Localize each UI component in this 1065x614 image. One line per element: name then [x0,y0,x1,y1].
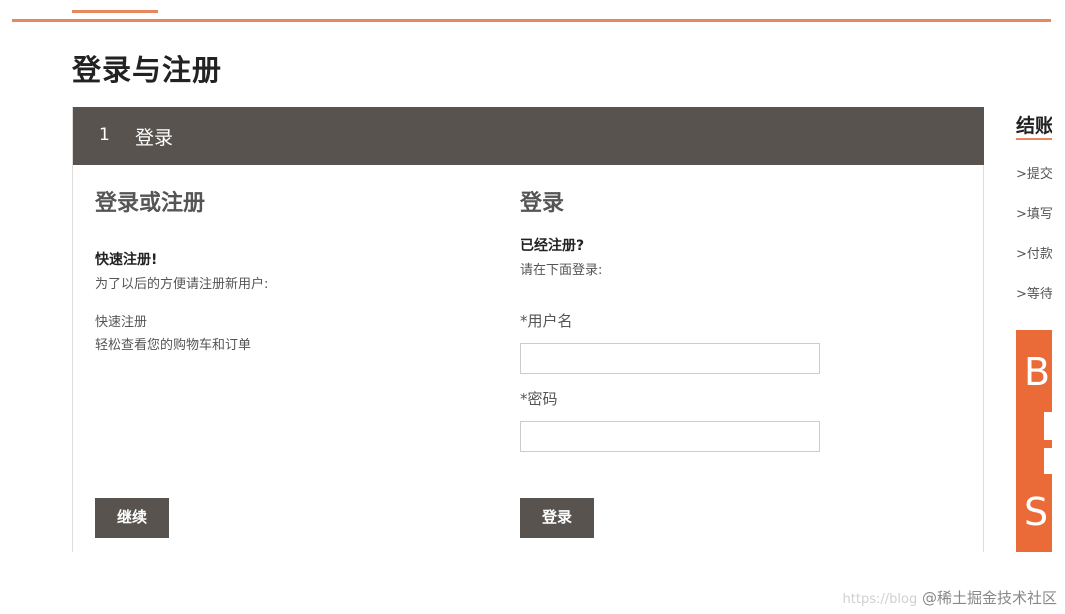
benefit-title: 快速注册 [95,315,148,330]
step-number: 1 [99,125,110,145]
quick-register-desc: 为了以后的方便请注册新用户: [95,277,269,292]
username-input[interactable] [520,343,820,374]
banner-block [1044,412,1052,440]
sidebar-item-submit[interactable]: >提交 [1016,163,1052,182]
top-divider [12,19,1051,22]
banner-letter-b: B [1024,350,1051,394]
registered-title: 已经注册? [520,238,585,254]
register-heading: 登录或注册 [95,191,206,216]
banner-block [1044,448,1052,474]
sidebar-title: 结账 [1016,115,1052,137]
active-tab-underline [72,10,158,13]
watermark-url: https://blog [842,592,918,607]
login-heading: 登录 [520,191,565,216]
benefit-desc: 轻松查看您的购物车和订单 [95,338,252,353]
watermark: https://blog @稀土掘金技术社区 [843,587,1057,608]
continue-button[interactable]: 继续 [95,498,170,538]
quick-register-title: 快速注册! [95,252,158,268]
password-input[interactable] [520,421,820,452]
username-label: *用户名 [520,312,573,330]
promo-banner[interactable]: B S [1016,330,1052,552]
sidebar-item-pay[interactable]: >付款 [1016,243,1052,262]
sidebar-underline [1016,138,1052,140]
login-step-panel: 1 登录 登录或注册 快速注册! 为了以后的方便请注册新用户: 快速注册 轻松查… [72,107,984,552]
watermark-brand: @稀土掘金技术社区 [921,589,1057,607]
sidebar-item-wait[interactable]: >等待 [1016,283,1052,302]
sidebar-item-fill[interactable]: >填写 [1016,203,1052,222]
registered-desc: 请在下面登录: [520,263,603,278]
password-label: *密码 [520,390,558,408]
login-submit-button[interactable]: 登录 [520,498,595,538]
banner-letter-s: S [1024,490,1049,534]
page-title: 登录与注册 [72,53,223,87]
step-title: 登录 [135,127,174,149]
step-header[interactable]: 1 登录 [73,107,984,165]
